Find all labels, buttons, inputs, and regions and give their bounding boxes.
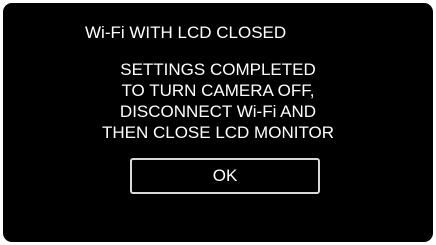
- dialog-title: Wi-Fi WITH LCD CLOSED: [85, 23, 287, 42]
- message-line: TO TURN CAMERA OFF,: [121, 81, 315, 100]
- message-line: DISCONNECT Wi-Fi AND: [119, 102, 317, 121]
- message-line: SETTINGS COMPLETED: [120, 60, 316, 79]
- ok-button[interactable]: OK: [130, 158, 320, 194]
- camera-lcd-screen: Wi-Fi WITH LCD CLOSED SETTINGS COMPLETED…: [3, 3, 433, 242]
- dialog-message: SETTINGS COMPLETED TO TURN CAMERA OFF, D…: [3, 59, 433, 143]
- message-line: THEN CLOSE LCD MONITOR: [101, 123, 335, 142]
